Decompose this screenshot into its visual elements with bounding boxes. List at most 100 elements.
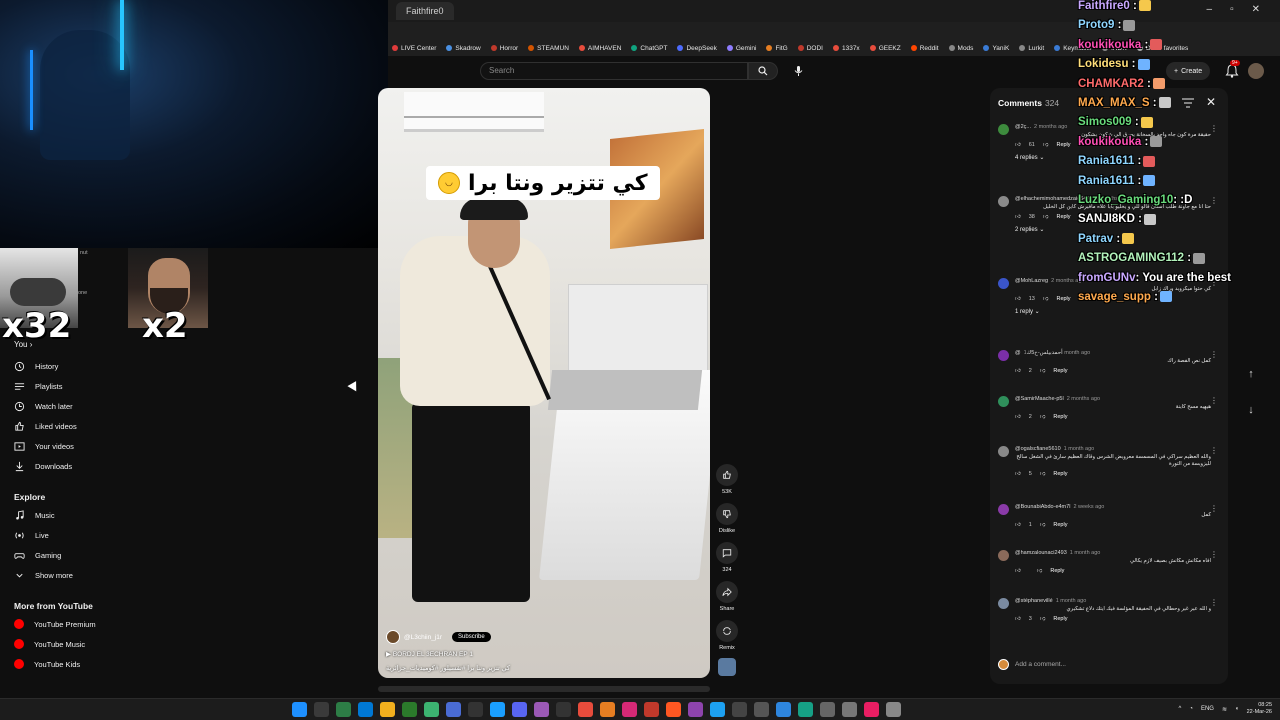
search-button[interactable]: [748, 62, 778, 80]
comment-author[interactable]: @MohLazreg: [1015, 278, 1048, 284]
video-hashtags[interactable]: كي تتزير ونتا برا #تقسيلور #كوميديات_جزا…: [386, 664, 702, 672]
subscribe-button[interactable]: Subscribe: [452, 632, 491, 642]
commenter-avatar[interactable]: [998, 396, 1009, 407]
start-icon[interactable]: [292, 702, 307, 717]
app-icon[interactable]: [798, 702, 813, 717]
comments-button[interactable]: [716, 542, 738, 564]
app-icon[interactable]: [776, 702, 791, 717]
app-icon[interactable]: [600, 702, 615, 717]
thumbs-up-icon[interactable]: 👍︎: [1015, 616, 1021, 622]
app-icon[interactable]: [534, 702, 549, 717]
more-options-icon[interactable]: ⋮: [1210, 598, 1218, 607]
comment-author[interactable]: @stéphanevillé: [1015, 598, 1053, 604]
chevron-up-icon[interactable]: ^: [1179, 706, 1182, 712]
obs-icon[interactable]: [468, 702, 483, 717]
comment-author[interactable]: @SamirMaache-p5l: [1015, 396, 1064, 402]
app-icon[interactable]: [644, 702, 659, 717]
commenter-avatar[interactable]: [998, 196, 1009, 207]
bookmark-item[interactable]: Skadrow: [446, 45, 481, 52]
thumbs-up-icon[interactable]: 👍︎: [1015, 214, 1021, 220]
app-icon[interactable]: [688, 702, 703, 717]
commenter-avatar[interactable]: [998, 124, 1009, 135]
shorts-player[interactable]: كي تتزير ونتا برا ◡ @L3chiin_j1r Subscri…: [378, 88, 710, 678]
thumbs-up-icon[interactable]: 👍︎: [1015, 568, 1021, 574]
sidebar-item-youtube-premium[interactable]: YouTube Premium: [14, 617, 96, 631]
sidebar-item-playlists[interactable]: Playlists: [14, 379, 63, 393]
bookmark-item[interactable]: AIMHAVEN: [578, 45, 621, 52]
app-icon[interactable]: [820, 702, 835, 717]
reply-button[interactable]: Reply: [1050, 568, 1064, 574]
share-button[interactable]: [716, 581, 738, 603]
thumbs-up-icon[interactable]: 👍︎: [1015, 142, 1021, 148]
reply-button[interactable]: Reply: [1056, 214, 1070, 220]
bookmark-item[interactable]: GEEKZ: [869, 45, 901, 52]
thumbs-up-icon[interactable]: 👍︎: [1015, 368, 1021, 374]
network-icon[interactable]: ◔: [1189, 706, 1193, 712]
search-icon[interactable]: [314, 702, 329, 717]
app-icon[interactable]: [666, 702, 681, 717]
app-icon[interactable]: [578, 702, 593, 717]
search-input[interactable]: Search: [480, 62, 748, 80]
reply-button[interactable]: Reply: [1053, 414, 1067, 420]
bookmark-item[interactable]: DODI: [797, 45, 823, 52]
commenter-avatar[interactable]: [998, 350, 1009, 361]
xbox-icon[interactable]: [402, 702, 417, 717]
sidebar-item-gaming[interactable]: Gaming: [14, 548, 61, 562]
share-action[interactable]: Share: [716, 581, 738, 612]
commenter-avatar[interactable]: [998, 446, 1009, 457]
add-comment-input[interactable]: Add a comment...: [1015, 661, 1066, 668]
app-icon[interactable]: [754, 702, 769, 717]
bookmark-item[interactable]: Reddit: [910, 45, 939, 52]
language-indicator[interactable]: ENG: [1201, 706, 1214, 712]
dislike-action[interactable]: Dislike: [716, 503, 738, 534]
like-action[interactable]: 53K: [716, 464, 738, 495]
more-options-icon[interactable]: ⋮: [1210, 350, 1218, 359]
thumbs-up-icon[interactable]: 👍︎: [1015, 296, 1021, 302]
reply-button[interactable]: Reply: [1053, 522, 1067, 528]
app-icon[interactable]: [842, 702, 857, 717]
commenter-avatar[interactable]: [998, 550, 1009, 561]
bookmark-item[interactable]: 1337x: [832, 45, 860, 52]
thumbs-up-icon[interactable]: 👍︎: [1015, 414, 1021, 420]
app-icon[interactable]: [864, 702, 879, 717]
thumbs-up-icon[interactable]: 👍︎: [1015, 471, 1021, 477]
commenter-avatar[interactable]: [998, 504, 1009, 515]
thumbs-down-icon[interactable]: 👎︎: [1043, 296, 1049, 302]
bookmark-item[interactable]: FitG: [766, 45, 788, 52]
system-clock[interactable]: 08:25 22-Mar-26: [1247, 702, 1272, 716]
sidebar-item-watch-later[interactable]: Watch later: [14, 399, 73, 413]
sidebar-item-downloads[interactable]: Downloads: [14, 459, 72, 473]
browser-tab[interactable]: Faithfire0: [396, 2, 454, 20]
bookmark-item[interactable]: Horror: [490, 45, 518, 52]
thumbs-up-icon[interactable]: 👍︎: [1015, 522, 1021, 528]
more-options-icon[interactable]: ⋮: [1210, 396, 1218, 405]
bookmark-item[interactable]: Mods: [948, 45, 973, 52]
brave-icon[interactable]: [336, 702, 351, 717]
sidebar-item-music[interactable]: Music: [14, 508, 55, 522]
reply-button[interactable]: Reply: [1056, 296, 1070, 302]
wifi-icon[interactable]: ≋: [1222, 706, 1227, 713]
spotify-icon[interactable]: [424, 702, 439, 717]
reply-button[interactable]: Reply: [1053, 368, 1067, 374]
bookmark-item[interactable]: LIVE Center: [392, 45, 436, 52]
thumbs-down-icon[interactable]: 👎︎: [1040, 368, 1046, 374]
thumbs-down-icon[interactable]: 👎︎: [1040, 522, 1046, 528]
sound-avatar[interactable]: [716, 658, 738, 676]
comment-author[interactable]: @2ç...: [1015, 124, 1031, 130]
bookmark-item[interactable]: STEAMUN: [528, 45, 569, 52]
previous-short-button[interactable]: ↑: [1244, 368, 1258, 380]
next-short-button[interactable]: ↓: [1244, 404, 1258, 416]
comment-author[interactable]: @BounabiAbdo-e4m7l: [1015, 504, 1070, 510]
app-icon[interactable]: [556, 702, 571, 717]
like-button[interactable]: [716, 464, 738, 486]
discord-icon[interactable]: [512, 702, 527, 717]
dislike-button[interactable]: [716, 503, 738, 525]
discord-icon[interactable]: [446, 702, 461, 717]
app-icon[interactable]: [886, 702, 901, 717]
app-icon[interactable]: [622, 702, 637, 717]
thumbs-down-icon[interactable]: 👎︎: [1040, 414, 1046, 420]
file-explorer-icon[interactable]: [380, 702, 395, 717]
video-title-row[interactable]: ▶ BORDJ EL 3ECHRAN EP 1: [386, 650, 702, 658]
thumbs-down-icon[interactable]: 👎︎: [1040, 616, 1046, 622]
commenter-avatar[interactable]: [998, 278, 1009, 289]
